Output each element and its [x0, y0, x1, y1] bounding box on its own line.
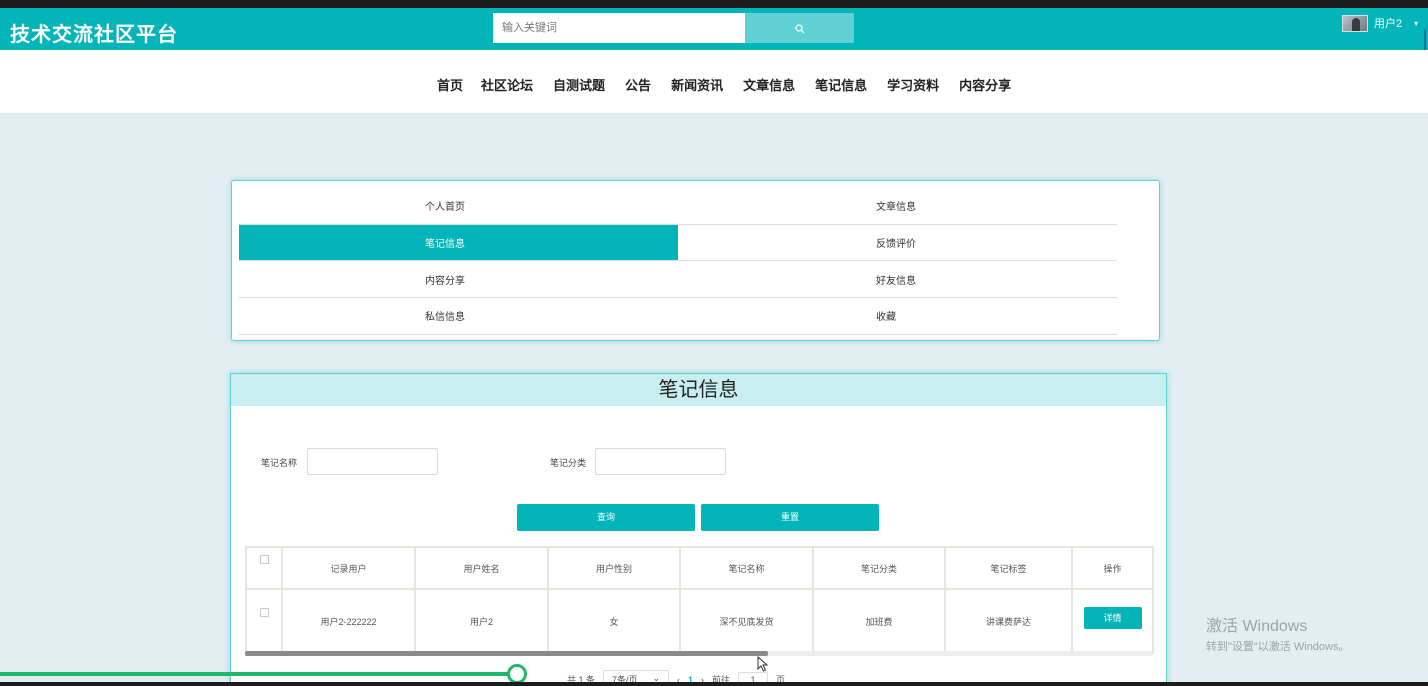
personal-center-menu: 个人首页 文章信息 笔记信息 反馈评价 内容分享 好友信息 私信信息 收藏: [231, 180, 1160, 341]
notes-panel: 笔记信息 笔记名称 笔记分类 查询 重置 记录用户 用户姓名 用户性别 笔记名称…: [230, 373, 1167, 686]
cell-note-category: 加班费: [812, 588, 946, 654]
column-header[interactable]: 笔记名称: [679, 546, 814, 590]
notes-table: 记录用户 用户姓名 用户性别 笔记名称 笔记分类 笔记标签 操作 用户2-222…: [245, 546, 1154, 654]
search-input[interactable]: [493, 13, 745, 43]
main-nav: 首页 社区论坛 自测试题 公告 新闻资讯 文章信息 笔记信息 学习资料 内容分享: [0, 50, 1428, 114]
select-all-checkbox[interactable]: [259, 554, 269, 564]
query-button[interactable]: 查询: [517, 504, 695, 531]
filter-label-note-category: 笔记分类: [550, 458, 587, 468]
user-name[interactable]: 用户2: [1374, 15, 1402, 31]
table-header-row: 记录用户 用户姓名 用户性别 笔记名称 笔记分类 笔记标签 操作: [245, 546, 1154, 590]
scrollbar-thumb[interactable]: [245, 651, 768, 656]
nav-item-forum[interactable]: 社区论坛: [481, 75, 533, 94]
nav-item-self-test[interactable]: 自测试题: [553, 75, 605, 94]
nav-item-study-materials[interactable]: 学习资料: [887, 75, 939, 94]
menu-item-favorites[interactable]: 收藏: [678, 298, 1117, 335]
mouse-cursor-icon: [757, 656, 769, 672]
nav-item-content-share[interactable]: 内容分享: [959, 75, 1011, 94]
detail-button[interactable]: 详情: [1083, 607, 1142, 629]
video-progress-handle[interactable]: [507, 664, 527, 684]
nav-item-news[interactable]: 新闻资讯: [671, 75, 723, 94]
watermark-subtitle: 转到"设置"以激活 Windows。: [1206, 641, 1350, 653]
search-button[interactable]: [745, 13, 854, 43]
nav-item-home[interactable]: 首页: [437, 75, 463, 94]
row-checkbox[interactable]: [259, 607, 269, 617]
site-title[interactable]: 技术交流社区平台: [10, 18, 178, 47]
windows-activation-watermark: 激活 Windows 转到"设置"以激活 Windows。: [1206, 612, 1350, 654]
column-header[interactable]: 用户性别: [547, 546, 681, 590]
cell-gender: 女: [547, 588, 681, 654]
nav-item-announcement[interactable]: 公告: [625, 75, 651, 94]
column-header[interactable]: 用户姓名: [414, 546, 549, 590]
cell-user-name: 用户2: [414, 588, 549, 654]
search-icon: [794, 23, 804, 33]
column-header[interactable]: 记录用户: [281, 546, 416, 590]
nav-item-notes[interactable]: 笔记信息: [815, 75, 867, 94]
window-top-strip: [0, 0, 1428, 8]
menu-grid: 个人首页 文章信息 笔记信息 反馈评价 内容分享 好友信息 私信信息 收藏: [239, 188, 1117, 335]
menu-item-personal-home[interactable]: 个人首页: [239, 188, 678, 225]
cell-record-user: 用户2-222222: [281, 588, 416, 654]
panel-title: 笔记信息: [231, 374, 1166, 406]
cell-actions: 详情: [1071, 588, 1154, 654]
watermark-title: 激活 Windows: [1206, 618, 1308, 635]
column-header[interactable]: 笔记分类: [812, 546, 946, 590]
user-menu[interactable]: 用户2 ▾: [1342, 12, 1418, 34]
column-header: 操作: [1071, 546, 1154, 590]
chevron-down-icon[interactable]: ▾: [1414, 19, 1418, 28]
menu-item-articles[interactable]: 文章信息: [678, 188, 1117, 225]
window-bottom-strip: [0, 682, 1428, 686]
select-all-cell: [245, 546, 283, 590]
filter-label-note-name: 笔记名称: [261, 458, 298, 468]
top-header: 技术交流社区平台 用户2 ▾: [0, 8, 1428, 58]
avatar[interactable]: [1342, 14, 1368, 32]
reset-button[interactable]: 重置: [701, 504, 879, 531]
note-name-input[interactable]: [307, 448, 438, 475]
menu-item-friends[interactable]: 好友信息: [678, 261, 1117, 299]
menu-item-private-messages[interactable]: 私信信息: [239, 298, 678, 335]
video-progress-bar[interactable]: [0, 672, 516, 676]
cell-note-name: 深不见底发货: [679, 588, 814, 654]
cell-note-tag: 讲课费萨达: [944, 588, 1073, 654]
column-header[interactable]: 笔记标签: [944, 546, 1073, 590]
row-select-cell: [245, 588, 283, 654]
table-horizontal-scrollbar[interactable]: [245, 651, 1152, 656]
menu-item-notes[interactable]: 笔记信息: [239, 224, 678, 262]
menu-item-feedback[interactable]: 反馈评价: [678, 225, 1117, 262]
table-row: 用户2-222222 用户2 女 深不见底发货 加班费 讲课费萨达 详情: [245, 588, 1154, 654]
nav-list: 首页 社区论坛 自测试题 公告 新闻资讯 文章信息 笔记信息 学习资料 内容分享: [437, 75, 1031, 94]
note-category-input[interactable]: [595, 448, 726, 475]
menu-item-content-share[interactable]: 内容分享: [239, 261, 678, 299]
nav-item-articles[interactable]: 文章信息: [743, 75, 795, 94]
